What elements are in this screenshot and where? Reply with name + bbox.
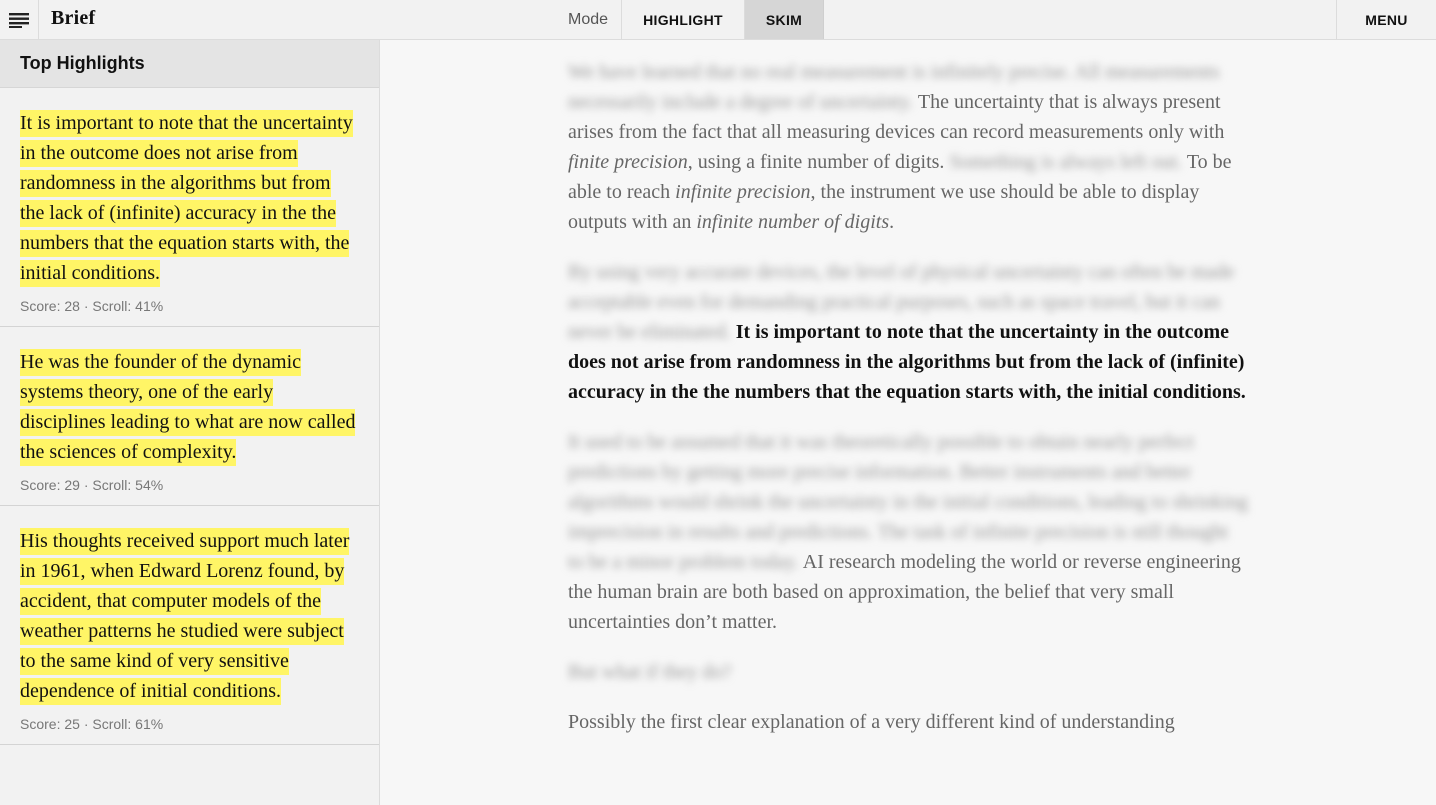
- highlights-sidebar: Top Highlights It is important to note t…: [0, 40, 380, 805]
- highlight-card[interactable]: It is important to note that the uncerta…: [0, 88, 379, 327]
- blurred-text: But what if they do?: [568, 661, 732, 683]
- emphasis-text: infinite number of digits: [696, 211, 890, 233]
- article-paragraph: We have learned that no real measurement…: [568, 57, 1248, 237]
- mode-highlight-button[interactable]: HIGHLIGHT: [621, 0, 745, 39]
- highlight-meta: Score: 28 · Scroll: 41%: [20, 298, 164, 314]
- top-bar: Brief Mode HIGHLIGHT SKIM MENU: [0, 0, 1436, 40]
- highlight-meta: Score: 25 · Scroll: 61%: [20, 716, 164, 732]
- article-paragraph: It used to be assumed that it was theore…: [568, 427, 1248, 637]
- highlight-text: His thoughts received support much later…: [20, 526, 359, 706]
- highlight-text: It is important to note that the uncerta…: [20, 108, 359, 288]
- blurred-text: Something is always left out.: [949, 151, 1183, 173]
- hamburger-icon[interactable]: [0, 0, 39, 39]
- brand-logo[interactable]: Brief: [51, 7, 95, 30]
- visible-text: .: [889, 211, 895, 233]
- emphasis-text: infinite precision: [675, 181, 811, 203]
- article-pane: We have learned that no real measurement…: [380, 40, 1436, 805]
- visible-text: Possibly the first clear explanation of …: [568, 711, 1175, 733]
- menu-button[interactable]: MENU: [1336, 0, 1436, 39]
- article-subheading: But what if they do?: [568, 657, 1248, 687]
- emphasis-text: finite precision: [568, 151, 688, 173]
- article-body: We have learned that no real measurement…: [568, 57, 1248, 757]
- article-paragraph: Possibly the first clear explanation of …: [568, 707, 1248, 737]
- highlight-meta: Score: 29 · Scroll: 54%: [20, 477, 164, 493]
- mode-skim-button[interactable]: SKIM: [745, 0, 824, 39]
- highlight-text: He was the founder of the dynamic system…: [20, 347, 359, 467]
- mode-label: Mode: [568, 11, 609, 28]
- highlight-card[interactable]: He was the founder of the dynamic system…: [0, 327, 379, 506]
- highlight-card[interactable]: His thoughts received support much later…: [0, 506, 379, 745]
- article-paragraph: By using very accurate devices, the leve…: [568, 257, 1248, 407]
- visible-text: , using a finite number of digits.: [687, 151, 945, 173]
- sidebar-title: Top Highlights: [0, 40, 379, 88]
